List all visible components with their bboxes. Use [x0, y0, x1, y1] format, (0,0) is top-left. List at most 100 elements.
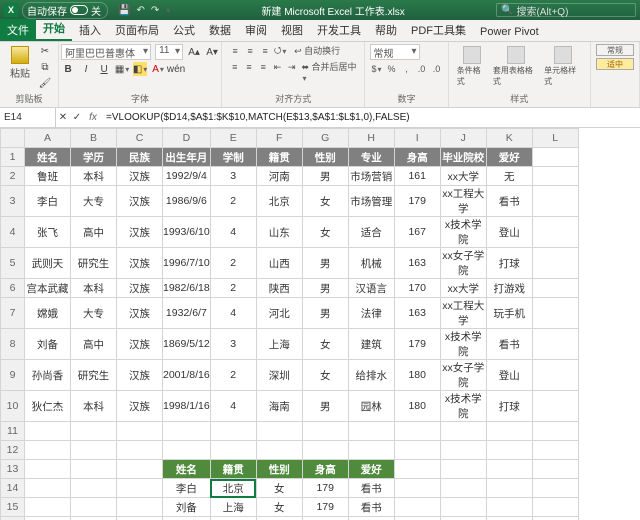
data-header-cell[interactable]: 学制 — [210, 148, 256, 167]
cell[interactable]: 1992/9/4 — [163, 167, 211, 186]
cell[interactable]: 汉族 — [117, 217, 163, 248]
cell[interactable]: 3 — [210, 329, 256, 360]
cell[interactable]: 建筑 — [348, 329, 394, 360]
cell[interactable]: 嫦娥 — [25, 298, 71, 329]
cell[interactable]: 汉族 — [117, 298, 163, 329]
lookup-cell[interactable]: 女 — [256, 479, 302, 498]
shrink-font-icon[interactable]: A▾ — [205, 45, 219, 59]
data-header-cell[interactable]: 专业 — [348, 148, 394, 167]
row-header[interactable]: 1 — [1, 148, 25, 167]
cell[interactable]: 看书 — [486, 186, 532, 217]
cell[interactable]: 4 — [210, 217, 256, 248]
row-header[interactable]: 4 — [1, 217, 25, 248]
data-header-cell[interactable]: 学历 — [71, 148, 117, 167]
cell[interactable]: 深圳 — [256, 360, 302, 391]
cell[interactable] — [532, 422, 578, 441]
col-header[interactable]: B — [71, 129, 117, 148]
lookup-cell[interactable]: 看书 — [348, 479, 394, 498]
cell[interactable] — [486, 498, 532, 517]
cell[interactable] — [117, 460, 163, 479]
cell[interactable] — [532, 360, 578, 391]
cell[interactable]: 大专 — [71, 298, 117, 329]
cell[interactable]: 北京 — [256, 186, 302, 217]
cell[interactable]: 179 — [394, 186, 440, 217]
cell[interactable]: 汉族 — [117, 329, 163, 360]
cell[interactable] — [71, 422, 117, 441]
cell[interactable]: 汉族 — [117, 360, 163, 391]
select-all-corner[interactable] — [1, 129, 25, 148]
cell[interactable]: xx工程大学 — [440, 186, 486, 217]
format-as-table-button[interactable]: 套用表格格式 — [491, 44, 540, 89]
row-header[interactable]: 5 — [1, 248, 25, 279]
cell[interactable]: 鲁班 — [25, 167, 71, 186]
undo-icon[interactable]: ↶ — [136, 5, 144, 16]
align-center-icon[interactable]: ≡ — [242, 60, 255, 74]
cell[interactable] — [71, 517, 117, 520]
italic-icon[interactable]: I — [79, 62, 93, 76]
cell[interactable] — [163, 441, 211, 460]
cell[interactable]: 高中 — [71, 217, 117, 248]
cell[interactable]: 登山 — [486, 217, 532, 248]
cell[interactable] — [532, 517, 578, 520]
percent-icon[interactable]: % — [385, 62, 399, 76]
align-top-icon[interactable]: ≡ — [228, 44, 242, 58]
lookup-header-cell[interactable]: 身高 — [302, 460, 348, 479]
data-header-cell[interactable]: 毕业院校 — [440, 148, 486, 167]
cell[interactable] — [532, 248, 578, 279]
cell[interactable]: 张飞 — [25, 217, 71, 248]
lookup-cell[interactable]: 山西 — [210, 517, 256, 520]
cell[interactable]: 女 — [302, 329, 348, 360]
font-name-select[interactable]: 阿里巴巴普惠体 — [61, 44, 151, 60]
row-header[interactable]: 3 — [1, 186, 25, 217]
data-header-cell[interactable]: 身高 — [394, 148, 440, 167]
row-header[interactable]: 2 — [1, 167, 25, 186]
cell[interactable] — [25, 422, 71, 441]
cancel-icon[interactable]: ✕ — [56, 111, 70, 125]
tab-file[interactable]: 文件 — [0, 19, 36, 41]
fill-color-icon[interactable]: ◧ — [133, 62, 147, 76]
enter-icon[interactable]: ✓ — [70, 111, 84, 125]
cell[interactable] — [532, 298, 578, 329]
cell[interactable] — [394, 460, 440, 479]
worksheet[interactable]: ABCDEFGHIJKL1姓名学历民族出生年月学制籍贯性别专业身高毕业院校爱好2… — [0, 128, 640, 520]
cell[interactable] — [117, 422, 163, 441]
align-bottom-icon[interactable]: ≡ — [258, 44, 272, 58]
cell[interactable]: 2001/8/16 — [163, 360, 211, 391]
indent-dec-icon[interactable]: ⇤ — [271, 60, 284, 74]
currency-icon[interactable]: $ — [370, 62, 384, 76]
tab-review[interactable]: 审阅 — [238, 19, 274, 41]
cell[interactable]: 180 — [394, 391, 440, 422]
cell[interactable]: 机械 — [348, 248, 394, 279]
cell[interactable]: 3 — [210, 167, 256, 186]
cell[interactable] — [532, 498, 578, 517]
cell[interactable] — [440, 422, 486, 441]
cell[interactable]: 2 — [210, 186, 256, 217]
cell[interactable]: 适合 — [348, 217, 394, 248]
font-color-icon[interactable]: A — [151, 62, 165, 76]
cell[interactable] — [486, 441, 532, 460]
cell[interactable] — [25, 498, 71, 517]
tab-dev[interactable]: 开发工具 — [310, 19, 368, 41]
grow-font-icon[interactable]: A▴ — [187, 45, 201, 59]
cell[interactable] — [25, 441, 71, 460]
cell[interactable]: 玩手机 — [486, 298, 532, 329]
conditional-format-button[interactable]: 条件格式 — [455, 44, 489, 89]
cell[interactable]: x技术学院 — [440, 391, 486, 422]
lookup-cell[interactable]: 打球 — [348, 517, 394, 520]
cell[interactable]: 本科 — [71, 279, 117, 298]
col-header[interactable]: F — [256, 129, 302, 148]
cell[interactable] — [394, 479, 440, 498]
cell[interactable]: 研究生 — [71, 360, 117, 391]
format-painter-icon[interactable]: 🖌 — [38, 76, 52, 90]
redo-icon[interactable]: ↷ — [151, 5, 159, 16]
data-header-cell[interactable]: 民族 — [117, 148, 163, 167]
cell[interactable]: 宫本武藏 — [25, 279, 71, 298]
lookup-cell[interactable]: 179 — [302, 479, 348, 498]
cell[interactable]: 男 — [302, 279, 348, 298]
cell[interactable]: xx大学 — [440, 279, 486, 298]
cell[interactable] — [117, 441, 163, 460]
col-header[interactable]: E — [210, 129, 256, 148]
cell[interactable]: 163 — [394, 298, 440, 329]
cell[interactable]: 4 — [210, 391, 256, 422]
lookup-cell[interactable]: 女 — [256, 498, 302, 517]
